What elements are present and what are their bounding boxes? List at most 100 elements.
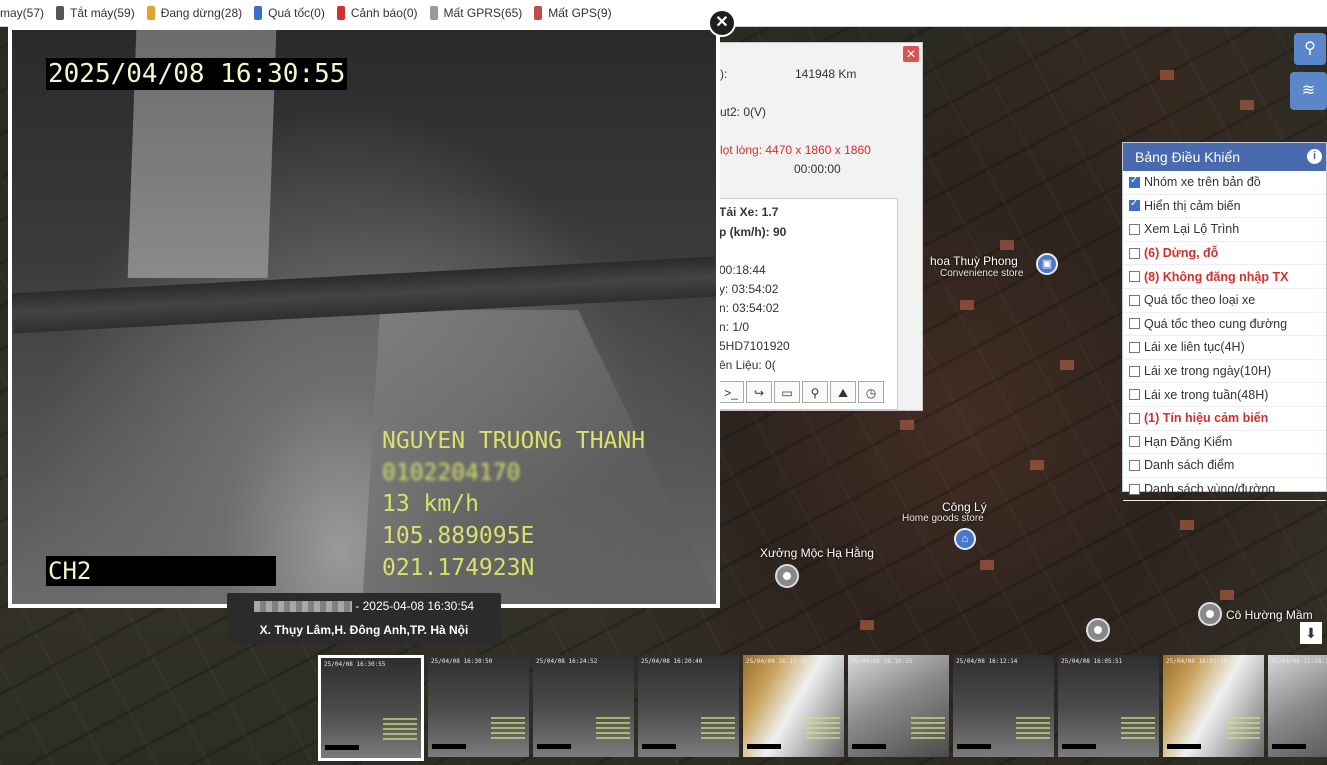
control-option[interactable]: Lái xe trong ngày(10H) <box>1123 360 1326 384</box>
control-option-label: (1) Tín hiệu cảm biến <box>1144 411 1269 426</box>
checkbox[interactable] <box>1129 459 1140 471</box>
status-filter-overspeed[interactable]: Quá tốc(0) <box>254 6 325 20</box>
scroll-down-icon[interactable]: ⬇ <box>1300 622 1322 644</box>
status-filter-running[interactable]: may(57) <box>0 6 44 20</box>
control-option[interactable]: Quá tốc theo loại xe <box>1123 289 1326 313</box>
thumbnail-channel-bar <box>432 744 466 749</box>
map-roof <box>980 560 994 570</box>
checkbox[interactable] <box>1129 483 1140 495</box>
latitude-overlay: 021.174923N <box>382 555 535 581</box>
store-pin-icon[interactable]: ⌂ <box>954 528 976 550</box>
vehicle-status-bar: may(57) Tắt máy(59) Đang dừng(28) Quá tố… <box>0 0 1327 27</box>
thumbnail-overlay-text <box>701 717 735 741</box>
place-pin-icon[interactable] <box>1198 602 1222 626</box>
control-option[interactable]: Danh sách vùng/đường <box>1123 478 1326 502</box>
longitude-overlay: 105.889095E <box>382 523 535 549</box>
monitor-icon[interactable]: ▭ <box>774 381 800 403</box>
control-panel-header: Bảng Điều Khiển i <box>1123 143 1326 171</box>
control-panel: Bảng Điều Khiển i Nhóm xe trên bản đồ Hiể… <box>1122 142 1327 502</box>
snapshot-thumbnail[interactable]: 25/04/08 16:15:30 <box>743 655 844 757</box>
place-pin-icon[interactable] <box>775 564 799 588</box>
control-option[interactable]: (8) Không đăng nhập TX <box>1123 265 1326 289</box>
control-option-label: Hiển thị cảm biến <box>1144 198 1241 213</box>
snapshot-thumbnail[interactable]: 25/04/08 16:01:20 <box>1163 655 1264 757</box>
car-icon <box>336 6 345 20</box>
checkbox[interactable] <box>1129 294 1140 306</box>
thumbnail-timestamp: 25/04/08 16:05:51 <box>1061 658 1123 665</box>
tooltip-address: X. Thụy Lâm,H. Đông Anh,TP. Hà Nội <box>259 623 469 637</box>
status-filter-stopped[interactable]: Đang dừng(28) <box>146 6 242 20</box>
status-filter-lost-gps[interactable]: Mất GPS(9) <box>534 6 612 20</box>
close-popup-button[interactable]: ✕ <box>708 9 736 37</box>
map-poi-label: hoa Thuỳ Phong <box>930 254 1018 268</box>
snapshot-thumbnail[interactable]: 25/04/08 16:30:50 <box>428 655 529 757</box>
snapshot-thumbnail[interactable]: 25/04/08 16:30:55 <box>318 655 424 761</box>
control-option[interactable]: Hiển thị cảm biến <box>1123 195 1326 219</box>
control-option-list: Nhóm xe trên bản đồ Hiển thị cảm biến Xem … <box>1123 171 1326 502</box>
snapshot-thumbnail[interactable]: 25/04/08 16:24:52 <box>533 655 634 757</box>
thumbnail-overlay-text <box>911 717 945 741</box>
store-pin-icon[interactable]: ▣ <box>1036 253 1058 275</box>
vehicle-details-box: Tải Xe: 1.7 p (km/h): 90 00:18:44 y: 03:… <box>718 198 898 410</box>
thumbnail-overlay-text <box>1121 717 1155 741</box>
control-option[interactable]: Xem Lại Lộ Trình <box>1123 218 1326 242</box>
clock-icon[interactable]: ◷ <box>858 381 884 403</box>
info-icon[interactable]: i <box>1307 149 1322 164</box>
share-icon[interactable]: ↪ <box>746 381 772 403</box>
status-filter-lost-gprs[interactable]: Mất GPRS(65) <box>429 6 522 20</box>
location-icon[interactable]: ⚲ <box>802 381 828 403</box>
road-icon[interactable]: ⛰ <box>830 381 856 403</box>
terminal-icon[interactable]: >_ <box>718 381 744 403</box>
snapshot-thumbnail[interactable]: 25/04/08 16:10:55 <box>848 655 949 757</box>
control-option[interactable]: Lái xe liên tục(4H) <box>1123 336 1326 360</box>
camera-channel-overlay: CH2 <box>46 556 276 586</box>
map-roof <box>900 420 914 430</box>
odometer-value: 141948 Km <box>795 67 857 81</box>
snapshot-thumbnail[interactable]: 25/04/08 16:12:14 <box>953 655 1054 757</box>
thumbnail-channel-bar <box>537 744 571 749</box>
control-option-label: Lái xe liên tục(4H) <box>1144 340 1245 355</box>
place-pin-icon[interactable] <box>1086 618 1110 642</box>
control-option-label: Xem Lại Lộ Trình <box>1144 222 1240 237</box>
checkbox[interactable] <box>1129 365 1140 377</box>
info-row-cargo-size: lọt lòng: 4470 x 1860 x 1860 <box>720 143 871 157</box>
checkbox[interactable] <box>1129 271 1140 283</box>
control-option[interactable]: Lái xe trong tuần(48H) <box>1123 383 1326 407</box>
detail-row: 00:18:44 <box>719 263 766 277</box>
info-row: ut2: 0(V) <box>720 105 767 119</box>
control-option[interactable]: (1) Tín hiệu cảm biến <box>1123 407 1326 431</box>
car-icon <box>146 6 155 20</box>
control-option-label: (6) Dừng, đỗ <box>1144 246 1219 261</box>
checkbox[interactable] <box>1129 412 1140 424</box>
map-roof <box>1180 520 1194 530</box>
checkbox[interactable] <box>1129 318 1140 330</box>
vehicle-info-panel: ✕ ): 141948 Km ut2: 0(V) lọt lòng: 4470 … <box>705 42 923 411</box>
checkbox[interactable] <box>1129 341 1140 353</box>
detail-row: Tải Xe: 1.7 <box>719 205 779 219</box>
map-location-icon[interactable]: ⚲ <box>1294 33 1326 65</box>
control-option[interactable]: (6) Dừng, đỗ <box>1123 242 1326 266</box>
snapshot-thumbnail[interactable]: 25/04/08 15:58:10 <box>1268 655 1327 757</box>
status-filter-engine-off[interactable]: Tắt máy(59) <box>56 6 135 20</box>
checkbox[interactable] <box>1129 223 1140 235</box>
checkbox[interactable] <box>1129 389 1140 401</box>
checkbox[interactable] <box>1129 436 1140 448</box>
control-option[interactable]: Quá tốc theo cung đường <box>1123 313 1326 337</box>
detail-row: ên Liệu: 0( <box>719 358 776 372</box>
detail-row: n: 03:54:02 <box>719 301 780 315</box>
close-icon[interactable]: ✕ <box>903 46 919 62</box>
thumbnail-timestamp: 25/04/08 16:10:55 <box>851 658 913 665</box>
snapshot-thumbnail[interactable]: 25/04/08 16:05:51 <box>1058 655 1159 757</box>
control-option[interactable]: Hạn Đăng Kiểm <box>1123 431 1326 455</box>
status-filter-warning[interactable]: Cảnh báo(0) <box>336 6 418 20</box>
control-option[interactable]: Danh sách điểm <box>1123 454 1326 478</box>
control-option[interactable]: Nhóm xe trên bản đồ <box>1123 171 1326 195</box>
map-roof <box>860 620 874 630</box>
car-icon <box>254 6 263 20</box>
thumbnail-channel-bar <box>1062 744 1096 749</box>
snapshot-thumbnail[interactable]: 25/04/08 16:20:40 <box>638 655 739 757</box>
checkbox[interactable] <box>1129 247 1140 259</box>
checkbox[interactable] <box>1129 198 1140 212</box>
map-layers-icon[interactable]: ≋ <box>1290 72 1327 110</box>
checkbox[interactable] <box>1129 175 1140 188</box>
